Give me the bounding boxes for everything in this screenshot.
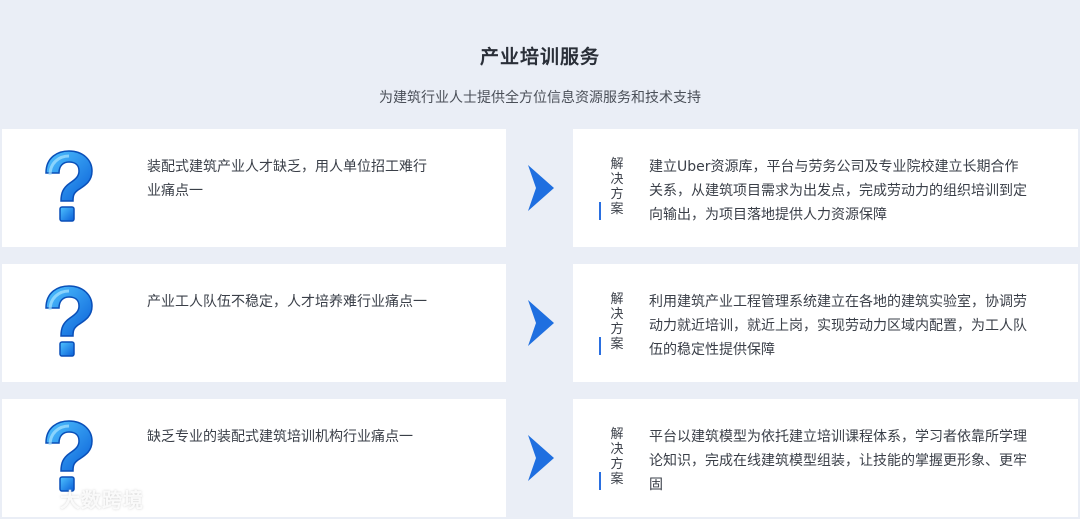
solution-card: 解决方案 利用建筑产业工程管理系统建立在各地的建筑实验室，协调劳动力就近培训，就… (573, 264, 1078, 382)
chevron-right-icon (528, 300, 554, 346)
page-title: 产业培训服务 (479, 46, 600, 68)
service-row: 装配式建筑产业人才缺乏，用人单位招工难行业痛点一 解决方案 建立Uber资源库，… (0, 129, 1080, 247)
watermark: 大数跨境 (10, 484, 144, 512)
problem-card: 产业工人队伍不稳定，人才培养难行业痛点一 (2, 264, 506, 382)
solution-card: 解决方案 建立Uber资源库，平台与劳务公司及专业院校建立长期合作关系，从建筑项… (573, 129, 1078, 247)
solution-card: 解决方案 平台以建筑模型为依托建立培训课程体系，学习者依靠所学理论知识，完成在线… (573, 399, 1078, 517)
page-subtitle: 为建筑行业人士提供全方位信息资源服务和技术支持 (379, 90, 701, 106)
solution-text: 平台以建筑模型为依托建立培训课程体系，学习者依靠所学理论知识，完成在线建筑模型组… (649, 429, 1027, 493)
question-mark-icon (45, 150, 93, 222)
solution-text: 利用建筑产业工程管理系统建立在各地的建筑实验室，协调劳动力就近培训，就近上岗，实… (649, 294, 1027, 358)
problem-text: 缺乏专业的装配式建筑培训机构行业痛点一 (147, 429, 413, 445)
problem-card: 装配式建筑产业人才缺乏，用人单位招工难行业痛点一 (2, 129, 506, 247)
accent-bar (599, 337, 601, 355)
chevron-right-icon (528, 165, 554, 211)
solution-label: 解决方案 (610, 292, 624, 352)
service-row: 产业工人队伍不稳定，人才培养难行业痛点一 解决方案 利用建筑产业工程管理系统建立… (0, 264, 1080, 382)
solution-label: 解决方案 (610, 427, 624, 487)
watermark-logo-icon (10, 488, 51, 507)
solution-label: 解决方案 (610, 157, 624, 217)
problem-text: 产业工人队伍不稳定，人才培养难行业痛点一 (147, 294, 427, 310)
service-row: 缺乏专业的装配式建筑培训机构行业痛点一 解决方案 平台以建筑模型为依托建立培训课… (0, 399, 1080, 517)
solution-text: 建立Uber资源库，平台与劳务公司及专业院校建立长期合作关系，从建筑项目需求为出… (649, 159, 1027, 223)
problem-text: 装配式建筑产业人才缺乏，用人单位招工难行业痛点一 (147, 159, 427, 199)
watermark-text: 大数跨境 (60, 487, 144, 512)
accent-bar (599, 202, 601, 220)
accent-bar (599, 472, 601, 490)
chevron-right-icon (528, 435, 554, 481)
question-mark-icon (45, 285, 93, 357)
